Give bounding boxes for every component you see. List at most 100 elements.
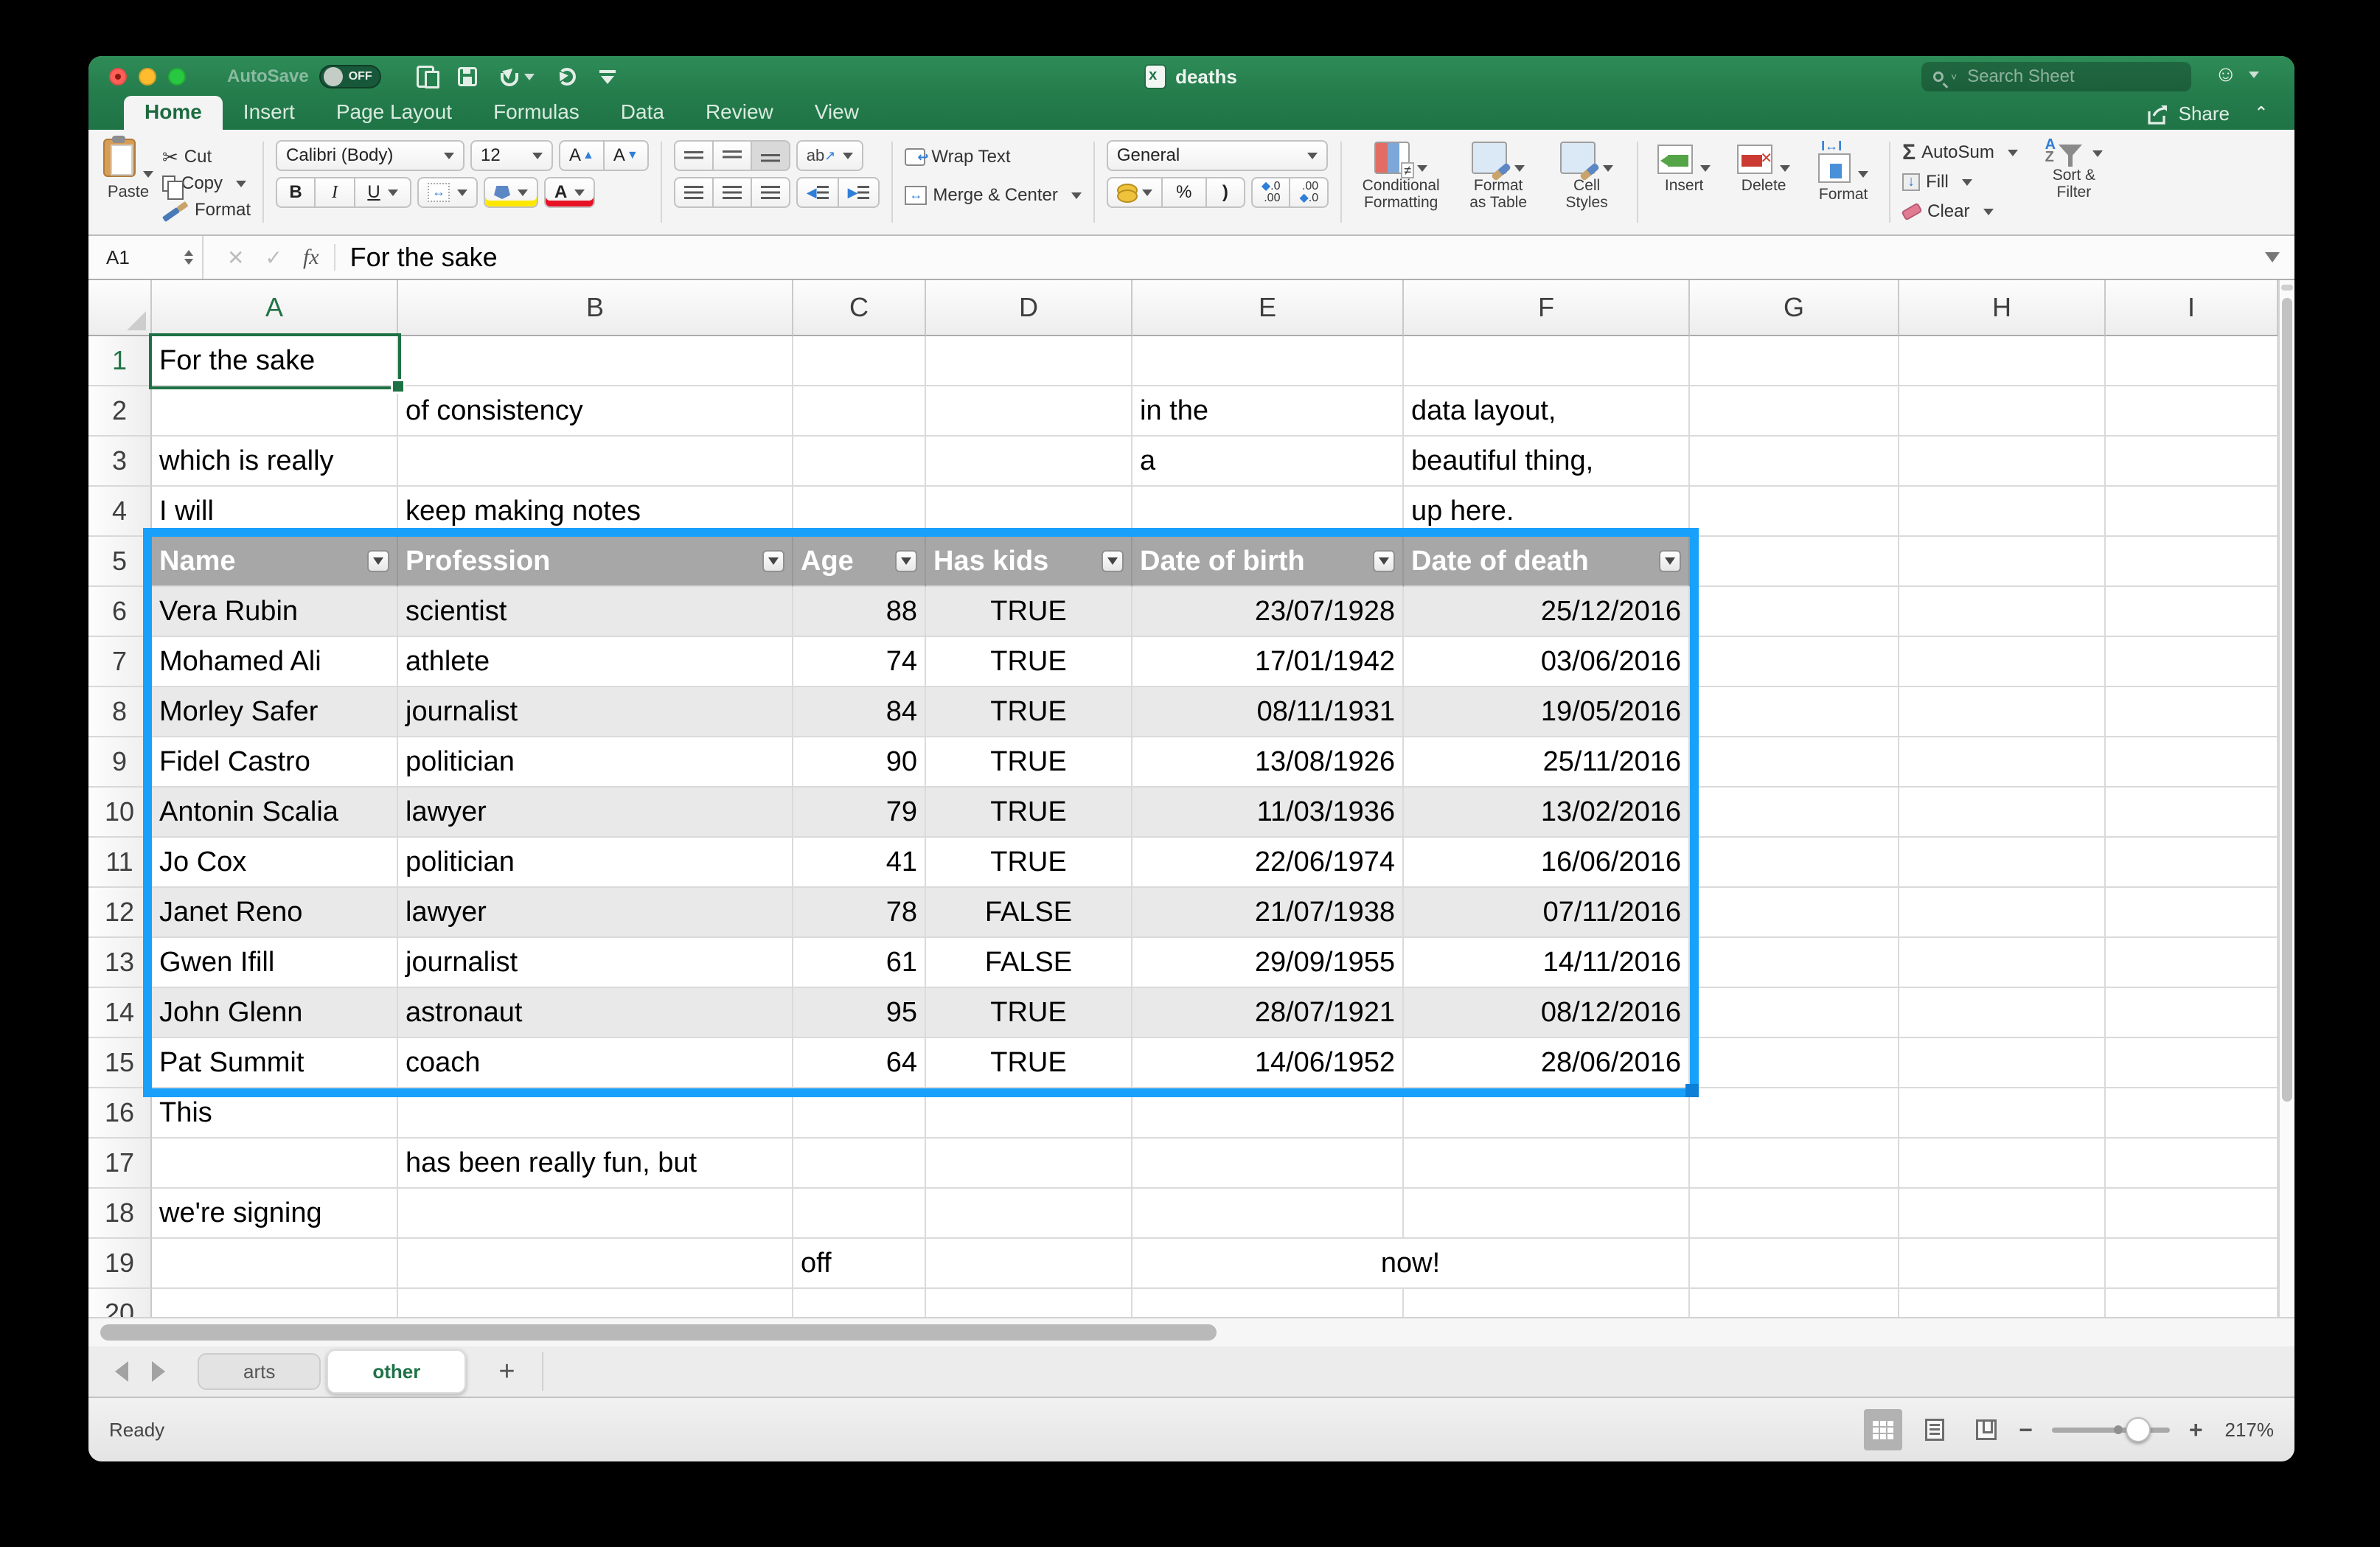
clear-caret[interactable] xyxy=(1983,208,1994,215)
cell-G2[interactable] xyxy=(1690,386,1899,437)
orientation-button[interactable]: ab ↗ xyxy=(796,140,864,171)
cell-D1[interactable] xyxy=(926,336,1132,386)
cell-A1[interactable]: For the sake xyxy=(152,336,398,386)
cell-D11[interactable]: TRUE xyxy=(926,838,1132,888)
cell-H5[interactable] xyxy=(1899,537,2106,587)
filter-button[interactable] xyxy=(895,550,917,572)
cell-B17[interactable]: has been really fun, but xyxy=(398,1138,793,1189)
cell-F4[interactable]: up here. xyxy=(1404,487,1690,537)
cell-G7[interactable] xyxy=(1690,637,1899,687)
normal-view-button[interactable] xyxy=(1864,1409,1903,1450)
cell-G17[interactable] xyxy=(1690,1138,1899,1189)
fill-color-button[interactable] xyxy=(484,177,539,208)
cell-C7[interactable]: 74 xyxy=(793,637,926,687)
cell-H13[interactable] xyxy=(1899,938,2106,988)
cell-G20[interactable] xyxy=(1690,1289,1899,1317)
format-as-table-button[interactable]: Format as Table xyxy=(1451,142,1545,232)
borders-caret[interactable] xyxy=(457,189,468,196)
cell-E3[interactable]: a xyxy=(1132,437,1404,487)
cell-I14[interactable] xyxy=(2106,988,2278,1038)
row-header-2[interactable]: 2 xyxy=(88,386,152,437)
cell-H1[interactable] xyxy=(1899,336,2106,386)
zoom-out-button[interactable]: − xyxy=(2019,1416,2033,1444)
cell-C17[interactable] xyxy=(793,1138,926,1189)
cell-B7[interactable]: athlete xyxy=(398,637,793,687)
conditional-formatting-button[interactable]: ConditionalFormatting xyxy=(1354,142,1448,232)
cell-D8[interactable]: TRUE xyxy=(926,687,1132,737)
decrease-indent-button[interactable]: ◀ xyxy=(796,177,839,208)
cell-G5[interactable] xyxy=(1690,537,1899,587)
cell-E20[interactable] xyxy=(1132,1289,1404,1317)
cell-A19[interactable] xyxy=(152,1239,398,1289)
autosum-button[interactable]: Σ AutoSum xyxy=(1902,140,2018,165)
cell-B13[interactable]: journalist xyxy=(398,938,793,988)
format-painter-button[interactable]: Format xyxy=(161,198,251,223)
sort-filter-button[interactable]: AZ Sort & Filter xyxy=(2033,138,2115,201)
cell-G6[interactable] xyxy=(1690,587,1899,637)
cell-B15[interactable]: coach xyxy=(398,1038,793,1088)
cell-G18[interactable] xyxy=(1690,1189,1899,1239)
cell-I6[interactable] xyxy=(2106,587,2278,637)
horizontal-scrollbar-thumb[interactable] xyxy=(100,1324,1217,1341)
cell-F13[interactable]: 14/11/2016 xyxy=(1404,938,1690,988)
align-right-button[interactable] xyxy=(751,177,790,208)
row-header-11[interactable]: 11 xyxy=(88,838,152,888)
close-button[interactable] xyxy=(109,68,127,86)
cell-H8[interactable] xyxy=(1899,687,2106,737)
insert-cells-button[interactable]: Insert xyxy=(1650,145,1718,232)
cell-D3[interactable] xyxy=(926,437,1132,487)
underline-button[interactable]: U xyxy=(355,177,412,208)
cell-I5[interactable] xyxy=(2106,537,2278,587)
vertical-scrollbar-thumb[interactable] xyxy=(2282,298,2292,1102)
fill-button[interactable]: Fill xyxy=(1902,170,2018,195)
cell-I19[interactable] xyxy=(2106,1239,2278,1289)
column-header-C[interactable]: C xyxy=(793,280,926,336)
align-bottom-button[interactable] xyxy=(751,140,790,171)
cell-H20[interactable] xyxy=(1899,1289,2106,1317)
row-header-7[interactable]: 7 xyxy=(88,637,152,687)
merge-center-caret[interactable] xyxy=(1071,192,1082,199)
autosave-toggle[interactable]: OFF xyxy=(319,65,381,88)
cell-F7[interactable]: 03/06/2016 xyxy=(1404,637,1690,687)
confirm-entry-icon[interactable]: ✓ xyxy=(265,246,282,270)
cell-I2[interactable] xyxy=(2106,386,2278,437)
format-cells-button[interactable]: Format xyxy=(1809,139,1877,232)
cell-E16[interactable] xyxy=(1132,1088,1404,1138)
cell-H18[interactable] xyxy=(1899,1189,2106,1239)
name-box-spinner[interactable] xyxy=(184,250,193,265)
cell-D2[interactable] xyxy=(926,386,1132,437)
cell-I13[interactable] xyxy=(2106,938,2278,988)
cell-F17[interactable] xyxy=(1404,1138,1690,1189)
cell-E13[interactable]: 29/09/1955 xyxy=(1132,938,1404,988)
cell-B6[interactable]: scientist xyxy=(398,587,793,637)
column-header-H[interactable]: H xyxy=(1899,280,2106,336)
cell-H16[interactable] xyxy=(1899,1088,2106,1138)
cell-C19[interactable]: off xyxy=(793,1239,926,1289)
align-top-button[interactable] xyxy=(673,140,714,171)
cell-C4[interactable] xyxy=(793,487,926,537)
cell-D18[interactable] xyxy=(926,1189,1132,1239)
cell-F16[interactable] xyxy=(1404,1088,1690,1138)
cell-F12[interactable]: 07/11/2016 xyxy=(1404,888,1690,938)
fill-caret[interactable] xyxy=(1961,178,1972,186)
paste-caret[interactable] xyxy=(143,171,153,178)
row-header-14[interactable]: 14 xyxy=(88,988,152,1038)
cell-H14[interactable] xyxy=(1899,988,2106,1038)
cell-H6[interactable] xyxy=(1899,587,2106,637)
cell-I3[interactable] xyxy=(2106,437,2278,487)
currency-button[interactable] xyxy=(1106,177,1163,208)
cell-B3[interactable] xyxy=(398,437,793,487)
cell-G1[interactable] xyxy=(1690,336,1899,386)
cell-I8[interactable] xyxy=(2106,687,2278,737)
cell-F18[interactable] xyxy=(1404,1189,1690,1239)
cell-E2[interactable]: in the xyxy=(1132,386,1404,437)
redo-button[interactable] xyxy=(557,68,576,86)
font-name-select[interactable]: Calibri (Body) xyxy=(276,140,465,171)
font-color-button[interactable]: A xyxy=(544,177,596,208)
cell-I16[interactable] xyxy=(2106,1088,2278,1138)
table-header-cell-D5[interactable]: Has kids xyxy=(926,537,1132,587)
cell-H7[interactable] xyxy=(1899,637,2106,687)
cell-D15[interactable]: TRUE xyxy=(926,1038,1132,1088)
cell-G10[interactable] xyxy=(1690,788,1899,838)
cell-E19[interactable]: now! xyxy=(1132,1239,1690,1289)
